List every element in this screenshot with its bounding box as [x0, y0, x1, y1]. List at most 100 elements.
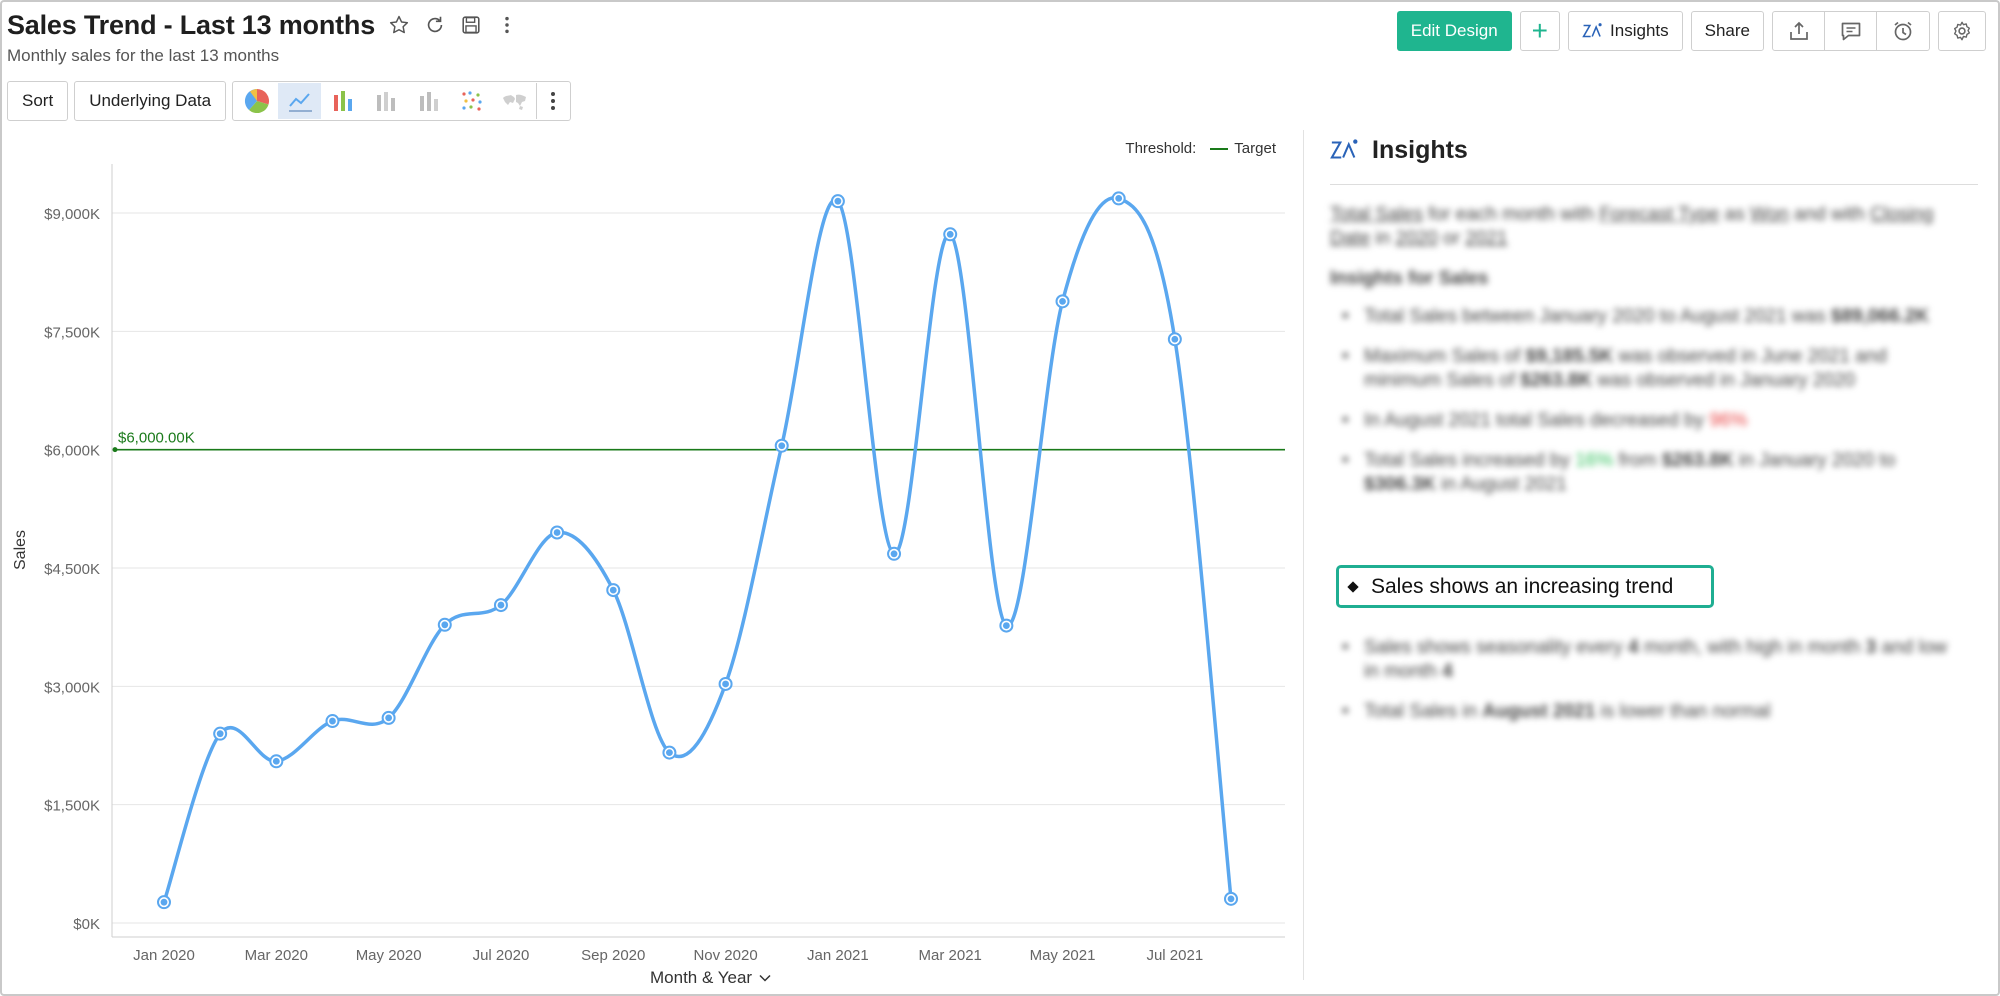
- insight-item: Sales shows seasonality every 4 month, w…: [1330, 636, 1960, 684]
- insight-item-part: Total Sales increased by: [1364, 450, 1576, 471]
- settings-button[interactable]: [1938, 11, 1986, 51]
- insight-item: Total Sales in August 2021 is lower than…: [1330, 700, 1960, 724]
- x-tick-label: Nov 2020: [693, 947, 757, 964]
- insights-intro-part: for each month with: [1422, 204, 1600, 225]
- insights-intro-part: or: [1437, 228, 1466, 249]
- x-tick-label: Jul 2021: [1146, 947, 1203, 964]
- top-toolbar: Edit Design + Insights Share: [1396, 11, 1986, 51]
- insight-item-part: $263.8K: [1520, 370, 1593, 391]
- insight-item: Total Sales between January 2020 to Augu…: [1330, 305, 1960, 329]
- refresh-icon[interactable]: [424, 14, 446, 36]
- insight-item-part: $9,185.5K: [1525, 346, 1614, 367]
- insight-item-part: 16%: [1575, 450, 1614, 471]
- data-point-core: [553, 529, 561, 536]
- insights-intro-part: as: [1719, 204, 1750, 225]
- x-tick-label: Mar 2021: [919, 947, 982, 964]
- insights-panel: Insights Total Sales for each month with…: [1330, 130, 1978, 980]
- add-button[interactable]: +: [1519, 11, 1561, 51]
- pie-chart-icon[interactable]: [235, 83, 278, 119]
- bar-chart-icon[interactable]: [321, 83, 364, 119]
- y-tick-label: $9,000K: [44, 206, 100, 223]
- y-tick-label: $7,500K: [44, 324, 100, 341]
- more-icon[interactable]: [536, 83, 568, 119]
- insight-item-part: 3: [1865, 637, 1877, 658]
- y-tick-label: $3,000K: [44, 679, 100, 696]
- data-point-core: [946, 230, 954, 238]
- x-tick-label: Sep 2020: [581, 947, 645, 964]
- chart-type-selector: [232, 81, 572, 121]
- highlighted-insight-text: Sales shows an increasing trend: [1371, 574, 1674, 598]
- insight-item-part: in January 2020 to: [1733, 450, 1896, 471]
- insights-intro-part: 2021: [1465, 228, 1508, 249]
- y-tick-label: $4,500K: [44, 561, 100, 578]
- data-point-core: [722, 680, 729, 688]
- grouped-bar-icon[interactable]: [407, 83, 450, 119]
- insight-item-part: is lower than normal: [1595, 701, 1771, 722]
- insight-item-part: 4: [1442, 661, 1453, 682]
- data-point-core: [272, 757, 280, 765]
- line-chart: $0K $1,500K $3,000K $4,500K $6,000K $7,500K $9…: [44, 164, 1285, 964]
- insight-item-part: month, with high in month: [1638, 637, 1866, 658]
- threshold-legend-name: Target: [1234, 140, 1276, 157]
- more-vertical-icon[interactable]: [496, 14, 518, 36]
- comment-icon[interactable]: [1825, 12, 1877, 50]
- insight-item-part: Sales shows seasonality every: [1364, 637, 1629, 658]
- data-point-core: [216, 730, 224, 738]
- settings-icon: [1953, 21, 1971, 41]
- highlighted-insight[interactable]: Sales shows an increasing trend: [1336, 565, 1714, 608]
- share-button[interactable]: Share: [1690, 11, 1764, 51]
- insight-item-part: $263.8K: [1661, 450, 1734, 471]
- stacked-bar-icon[interactable]: [364, 83, 407, 119]
- insights-header: Insights: [1330, 130, 1978, 170]
- alarm-icon[interactable]: [1877, 12, 1929, 50]
- edit-design-button[interactable]: Edit Design: [1396, 11, 1512, 51]
- insight-item-part: August 2021: [1482, 701, 1596, 722]
- sales-line: [162, 196, 1233, 903]
- x-tick-label: Jul 2020: [473, 947, 530, 964]
- insight-item-part: 4: [1628, 637, 1639, 658]
- x-tick-label: Jan 2020: [133, 947, 195, 964]
- insights-intro-part: and with: [1788, 204, 1871, 225]
- insights-intro: Total Sales for each month with Forecast…: [1330, 203, 1950, 251]
- threshold-legend: Threshold: Target: [1125, 140, 1276, 157]
- threshold-legend-label: Threshold:: [1125, 140, 1197, 157]
- save-icon[interactable]: [460, 14, 482, 36]
- x-axis-title-text: Month & Year: [650, 968, 753, 987]
- insight-item-part: was observed in January 2020: [1592, 370, 1856, 391]
- map-icon[interactable]: [493, 83, 536, 119]
- data-point-core: [497, 601, 505, 609]
- x-tick-label: May 2021: [1030, 947, 1096, 964]
- chart-area: $0K $1,500K $3,000K $4,500K $6,000K $7,500K $9…: [0, 130, 1300, 996]
- y-tick-label: $6,000K: [44, 443, 100, 460]
- underlying-data-button[interactable]: Underlying Data: [74, 81, 227, 121]
- insights-intro-part: in: [1370, 228, 1396, 249]
- line-chart-icon[interactable]: [278, 83, 322, 119]
- insight-item-part: Total Sales between January 2020 to Augu…: [1364, 306, 1831, 327]
- insights-button-label: Insights: [1610, 21, 1669, 40]
- report-subtitle: Monthly sales for the last 13 months: [7, 46, 280, 65]
- x-tick-label: May 2020: [356, 947, 422, 964]
- insights-title: Insights: [1372, 135, 1468, 164]
- insight-item: Maximum Sales of $9,185.5K was observed …: [1330, 345, 1960, 393]
- sort-button[interactable]: Sort: [7, 81, 69, 121]
- data-point-core: [160, 898, 168, 906]
- data-point-core: [441, 621, 449, 629]
- insights-intro-part: Total Sales: [1330, 204, 1423, 225]
- data-point-core: [666, 749, 673, 756]
- export-icon[interactable]: [1773, 12, 1825, 50]
- y-tick-label: $1,500K: [44, 798, 100, 815]
- x-axis-title[interactable]: Month & Year: [650, 968, 772, 988]
- insight-item-part: 96%: [1709, 410, 1748, 431]
- scatter-icon[interactable]: [450, 83, 493, 119]
- action-icon-group: [1772, 11, 1930, 51]
- title-actions: [388, 14, 518, 36]
- data-point-core: [834, 197, 842, 205]
- insights-list: Total Sales between January 2020 to Augu…: [1330, 305, 1978, 497]
- insights-divider: [1330, 184, 1978, 185]
- insights-button[interactable]: Insights: [1568, 11, 1683, 51]
- star-icon[interactable]: [388, 14, 410, 36]
- insight-item: In August 2021 total Sales decreased by …: [1330, 409, 1960, 433]
- data-point-core: [329, 717, 336, 725]
- insight-item-part: $89,066.2K: [1830, 306, 1930, 327]
- data-point-core: [1171, 335, 1179, 343]
